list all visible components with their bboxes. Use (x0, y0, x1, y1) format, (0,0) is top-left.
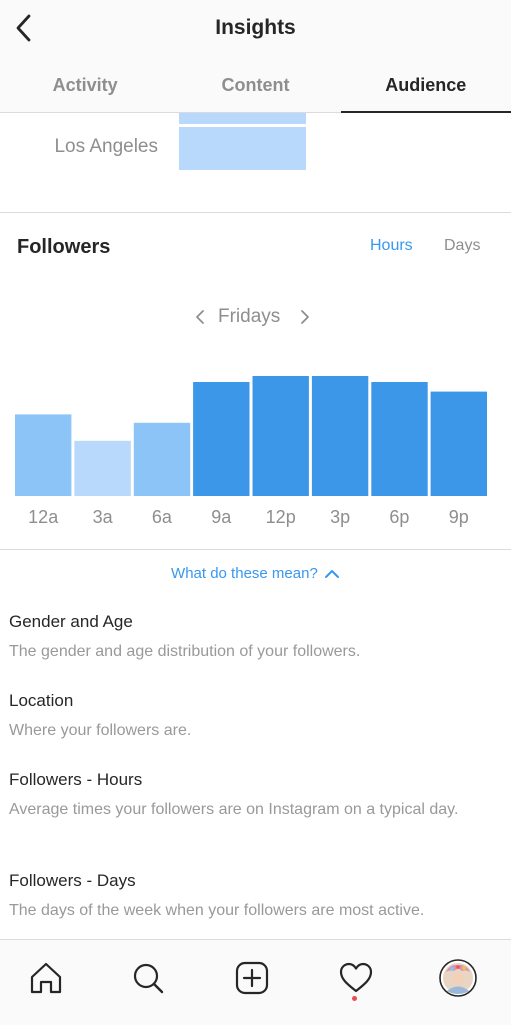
profile-avatar[interactable] (438, 958, 478, 998)
what-do-these-mean-link[interactable]: What do these mean? (0, 565, 511, 582)
chart-bar-3a (74, 440, 131, 496)
definition-description: The gender and age distribution of your … (9, 643, 361, 660)
x-tick-label: 9p (449, 507, 469, 527)
home-icon[interactable] (26, 958, 66, 998)
chart-bar-12a (15, 414, 72, 496)
x-tick-label: 3p (330, 507, 350, 527)
days-toggle[interactable]: Days (444, 237, 480, 255)
activity-heart-icon[interactable] (336, 958, 376, 998)
chart-bar-9p (430, 391, 487, 496)
day-label: Fridays (218, 306, 281, 327)
chevron-left-icon[interactable] (190, 305, 210, 329)
definition-description: Where your followers are. (9, 722, 192, 739)
search-icon[interactable] (128, 958, 168, 998)
location-label: Los Angeles (54, 136, 158, 157)
x-tick-label: 3a (93, 507, 114, 527)
definition-title: Followers - Days (9, 871, 136, 890)
section-divider (0, 549, 511, 550)
chevron-up-icon (324, 570, 339, 579)
location-bar-los-angeles (179, 127, 306, 170)
new-post-icon[interactable] (232, 958, 272, 998)
followers-hours-chart: 12a 3a 6a 9a 12p 3p 6p 9p (15, 376, 487, 527)
section-divider (0, 212, 511, 213)
chart-bar-6a (133, 422, 191, 496)
definition-title: Location (9, 691, 74, 710)
definition-title: Gender and Age (9, 612, 133, 631)
definition-description: Average times your followers are on Inst… (9, 801, 459, 818)
chart-bar-3p (311, 376, 369, 496)
followers-title: Followers (17, 236, 111, 258)
notification-dot (352, 996, 357, 1001)
x-tick-label: 12a (28, 507, 59, 527)
bottom-nav (0, 939, 511, 1025)
chevron-right-icon[interactable] (295, 305, 315, 329)
what-do-these-mean-label: What do these mean? (171, 565, 318, 582)
tab-bar: Activity Content Audience (0, 58, 511, 113)
hours-toggle[interactable]: Hours (370, 237, 413, 255)
tab-activity[interactable]: Activity (0, 58, 170, 112)
page-title: Insights (215, 16, 296, 39)
definition-title: Followers - Hours (9, 770, 143, 789)
x-tick-label: 6p (389, 507, 409, 527)
tab-audience[interactable]: Audience (340, 58, 511, 113)
tab-content[interactable]: Content (170, 58, 340, 112)
location-bar (179, 113, 306, 124)
x-tick-label: 6a (152, 507, 173, 527)
chart-bar-6p (371, 382, 428, 496)
x-tick-label: 12p (266, 507, 296, 527)
definition-description: The days of the week when your followers… (9, 902, 425, 919)
chart-bar-9a (193, 382, 250, 496)
x-tick-label: 9a (211, 507, 232, 527)
chart-bar-12p (252, 376, 309, 496)
